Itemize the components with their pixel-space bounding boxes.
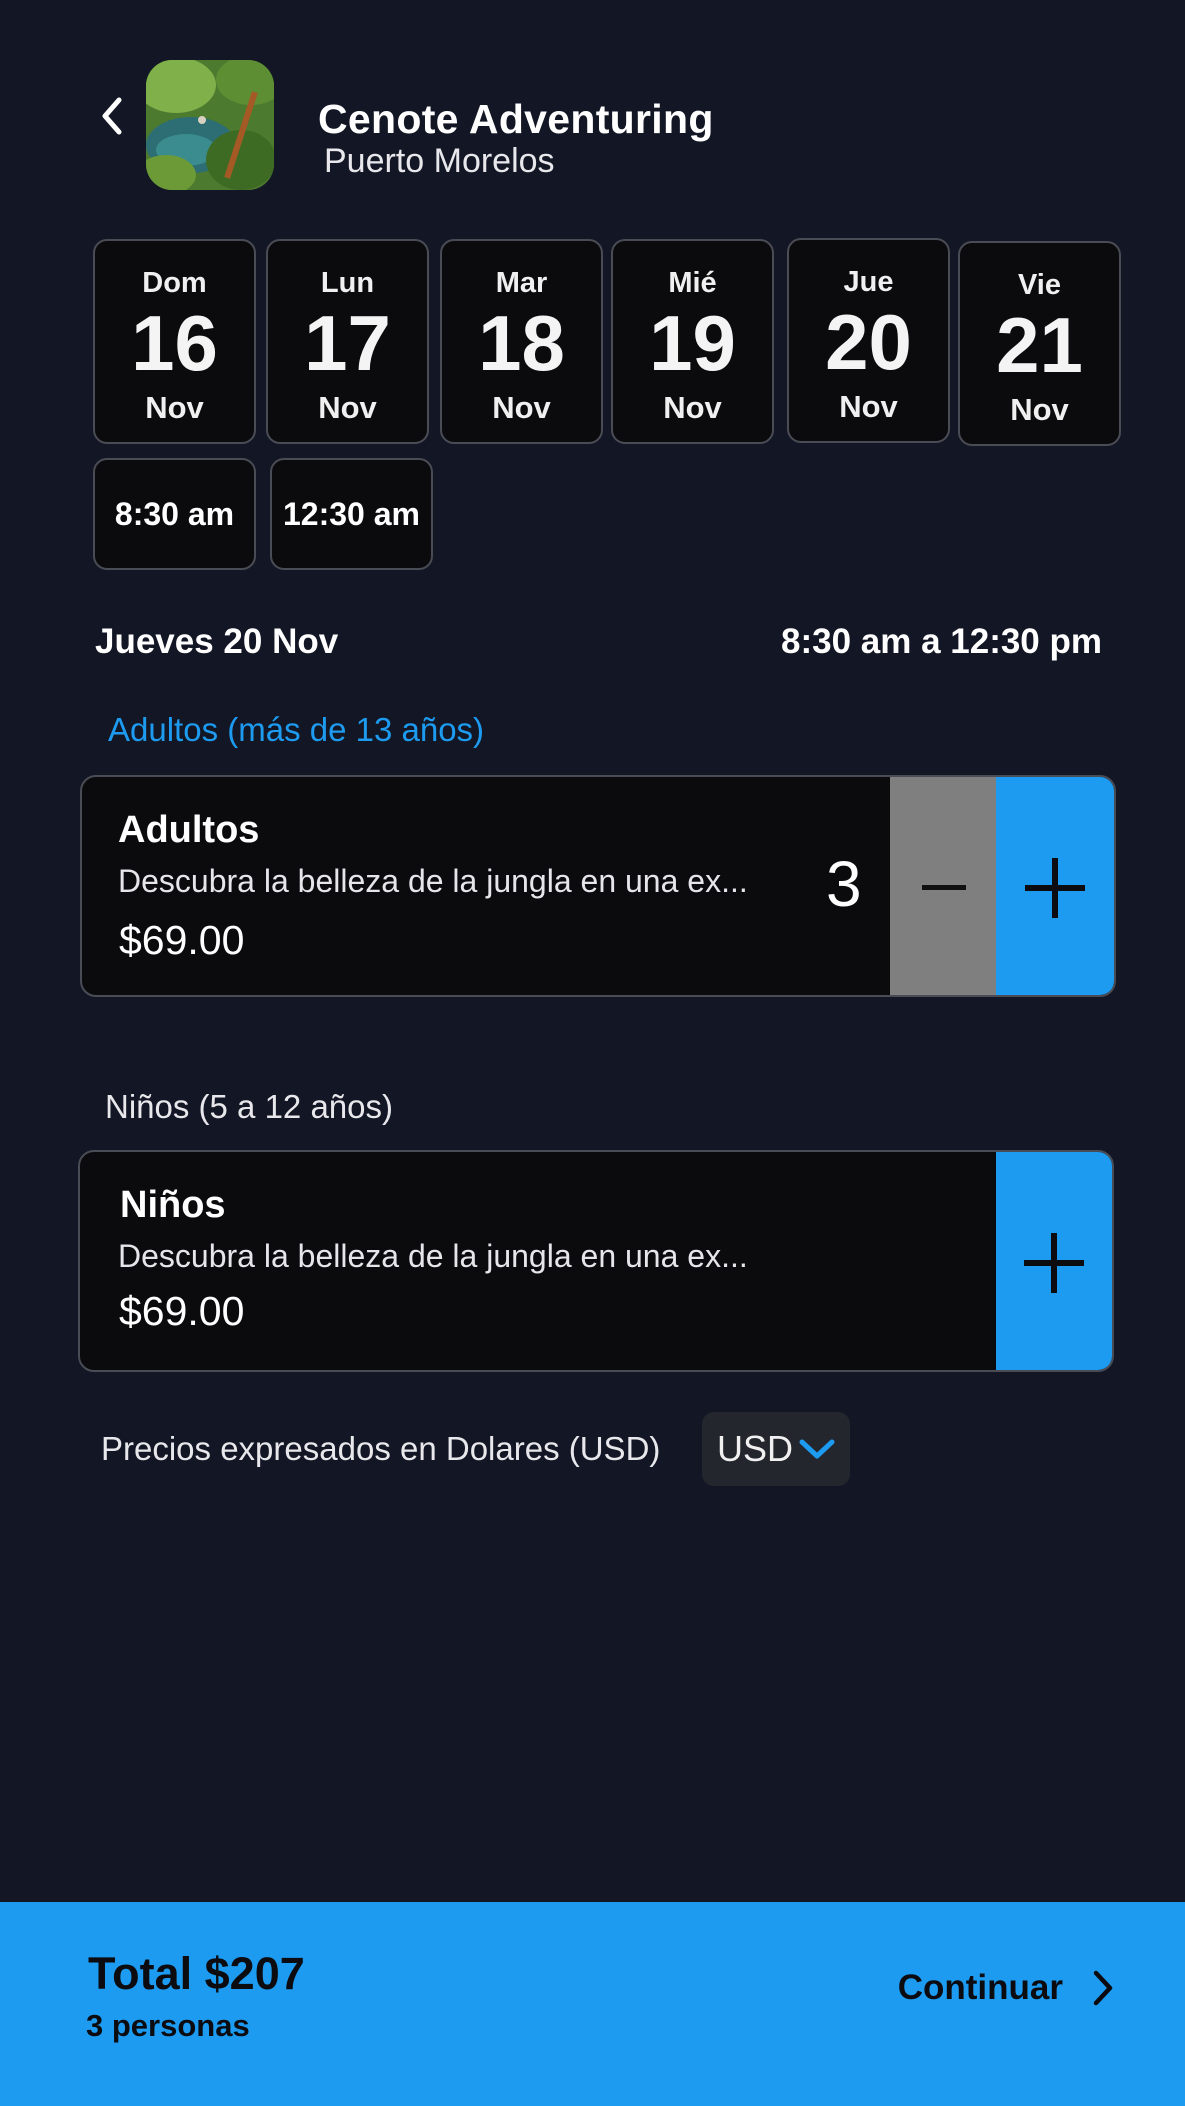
ticket-name: Adultos: [118, 809, 260, 851]
adults-ticket-card: Adultos Descubra la belleza de la jungla…: [80, 775, 1116, 997]
persons-count: 3 personas: [86, 2008, 250, 2043]
date-day: 21: [996, 301, 1083, 389]
back-button[interactable]: [92, 92, 132, 140]
date-day: 19: [649, 299, 736, 387]
continue-button[interactable]: Continuar: [898, 1968, 1115, 2008]
date-weekday: Mié: [668, 267, 717, 299]
plus-icon: [1024, 1233, 1084, 1293]
date-weekday: Mar: [495, 267, 548, 299]
date-month: Nov: [663, 390, 722, 425]
date-day: 18: [478, 299, 565, 387]
date-month: Nov: [492, 390, 551, 425]
date-weekday: Vie: [1017, 269, 1061, 301]
currency-note: Precios expresados en Dolares (USD): [101, 1430, 661, 1467]
date-day: 20: [825, 298, 912, 386]
adults-decrement-button[interactable]: [890, 777, 998, 995]
children-ticket-card: Niños Descubra la belleza de la jungla e…: [78, 1150, 1114, 1372]
minus-icon: [922, 885, 966, 890]
tour-thumbnail: [146, 60, 274, 190]
selected-date: Jueves 20 Nov: [95, 622, 339, 661]
date-tile[interactable]: Dom 16 Nov: [93, 239, 256, 444]
date-day: 17: [304, 299, 391, 387]
currency-selected-value: USD: [716, 1428, 793, 1469]
adults-section-label: Adultos (más de 13 años): [108, 711, 485, 748]
children-increment-button[interactable]: [996, 1152, 1112, 1370]
date-tile[interactable]: Lun 17 Nov: [266, 239, 429, 444]
time-slot[interactable]: 8:30 am: [93, 458, 256, 570]
booking-screen: Cenote Adventuring Puerto Morelos Dom 16…: [0, 0, 1185, 2106]
date-tile[interactable]: Vie 21 Nov: [958, 241, 1121, 446]
date-month: Nov: [318, 390, 377, 425]
currency-dropdown[interactable]: USD: [702, 1412, 850, 1486]
date-tile[interactable]: Mié 19 Nov: [611, 239, 774, 444]
ticket-price: $69.00: [119, 1288, 245, 1334]
date-weekday: Jue: [843, 266, 894, 298]
children-section-label: Niños (5 a 12 años): [105, 1088, 393, 1125]
ticket-quantity: 3: [826, 848, 862, 920]
date-tile[interactable]: Mar 18 Nov: [440, 239, 603, 444]
plus-icon: [1025, 858, 1085, 918]
chevron-right-icon: [1093, 1970, 1113, 2006]
ticket-name: Niños: [120, 1184, 226, 1226]
selected-time-range: 8:30 am a 12:30 pm: [780, 622, 1102, 661]
date-month: Nov: [1010, 392, 1069, 427]
total-price: Total $207: [88, 1948, 305, 1999]
date-month: Nov: [839, 389, 898, 424]
date-day: 16: [131, 299, 218, 387]
date-weekday: Lun: [320, 267, 375, 299]
date-tile-selected[interactable]: Jue 20 Nov: [787, 238, 950, 443]
chevron-down-icon: [799, 1439, 835, 1459]
date-weekday: Dom: [142, 267, 207, 299]
date-month: Nov: [145, 390, 204, 425]
ticket-description: Descubra la belleza de la jungla en una …: [118, 863, 748, 899]
ticket-description: Descubra la belleza de la jungla en una …: [118, 1238, 748, 1274]
continue-label: Continuar: [897, 1968, 1063, 2007]
tour-title: Cenote Adventuring: [318, 96, 714, 142]
tour-location: Puerto Morelos: [324, 142, 555, 180]
checkout-bar: Total $207 3 personas Continuar: [0, 1902, 1185, 2106]
adults-increment-button[interactable]: [996, 777, 1114, 995]
ticket-price: $69.00: [119, 917, 245, 963]
time-slot[interactable]: 12:30 am: [270, 458, 433, 570]
chevron-left-icon: [102, 97, 122, 135]
